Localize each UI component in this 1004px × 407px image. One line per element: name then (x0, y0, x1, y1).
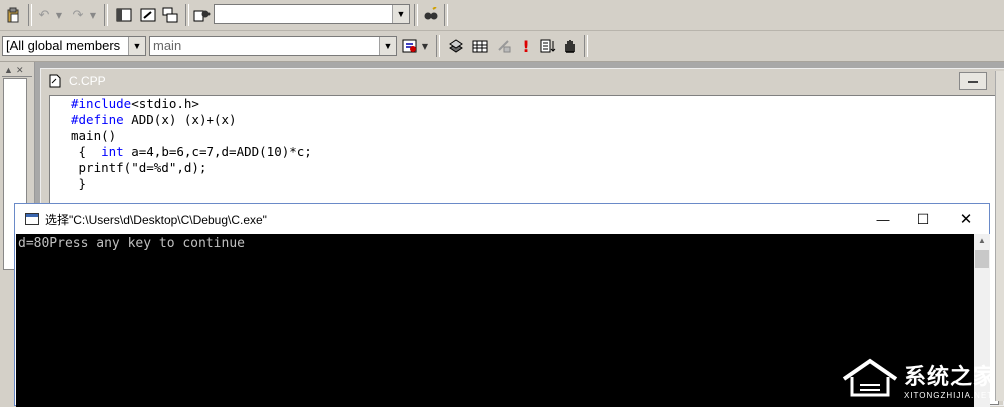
class-combo-value: [All global members (6, 38, 121, 53)
minimize-icon (968, 81, 978, 83)
undo-icon[interactable]: ↶ (34, 5, 54, 25)
find-in-files-icon[interactable] (192, 5, 212, 25)
console-title: 选择"C:\Users\d\Desktop\C\Debug\C.exe" (45, 213, 267, 227)
chevron-down-icon[interactable]: ▼ (128, 37, 145, 55)
window-list-icon[interactable] (160, 5, 180, 25)
go-icon[interactable] (538, 36, 558, 56)
scroll-up-icon[interactable]: ▲ (978, 236, 986, 245)
code-line-3: main() (71, 128, 117, 143)
code-text: a=4,b=6,c=7,d=ADD(10)*c; (123, 144, 312, 159)
console-output-text: d=80Press any key to continue (18, 236, 245, 251)
code-keyword: int (101, 144, 124, 159)
toolbar-separator (414, 4, 418, 26)
document-icon (49, 74, 61, 93)
chevron-down-icon[interactable]: ▼ (392, 5, 409, 23)
find-combo[interactable]: ▼ (214, 4, 410, 24)
class-combo[interactable]: [All global members ▼ (2, 36, 146, 56)
build-icon[interactable] (470, 36, 490, 56)
toolbar-wizardbar: [All global members ▼ main ▼ ▼ ! (0, 31, 1004, 62)
code-line-4: { int a=4,b=6,c=7,d=ADD(10)*c; (71, 144, 312, 159)
workspace-close-icon[interactable]: ▲ (4, 65, 13, 75)
toolbar-separator (28, 4, 32, 26)
editor-minimize-button[interactable] (959, 72, 987, 90)
watermark-subtext: XITONGZHIJIA.NET (903, 391, 994, 400)
code-keyword: #define (71, 112, 124, 127)
editor-title: C.CPP (69, 74, 106, 88)
code-line-5: printf("d=%d",d); (71, 160, 207, 175)
toolbar-standard: ↶ ▼ ↷ ▼ ▼ (0, 0, 1004, 31)
code-keyword: #include (71, 96, 132, 111)
find-icon[interactable] (420, 5, 440, 25)
code-text: { (71, 144, 102, 159)
wizard-action-icon[interactable] (400, 36, 420, 56)
output-window-icon[interactable] (138, 5, 158, 25)
toolbar-separator (436, 35, 440, 57)
stop-build-icon[interactable] (494, 36, 514, 56)
undo-dropdown-icon[interactable]: ▼ (54, 5, 64, 25)
toolbar-separator (444, 4, 448, 26)
member-combo-value: main (153, 38, 182, 53)
member-combo[interactable]: main ▼ (149, 36, 397, 56)
paste-icon[interactable] (3, 5, 23, 25)
redo-icon[interactable]: ↷ (68, 5, 88, 25)
code-line-2: #define ADD(x) (x)+(x) (71, 112, 237, 127)
toolbar-separator (104, 4, 108, 26)
code-line-1: #include<stdio.h> (71, 96, 199, 111)
wizard-dropdown-icon[interactable]: ▼ (420, 36, 430, 56)
breakpoint-hand-icon[interactable] (560, 36, 580, 56)
execute-icon[interactable]: ! (516, 36, 536, 56)
console-maximize-button[interactable]: ☐ (903, 204, 943, 234)
editor-vertical-scrollbar[interactable] (995, 71, 1004, 401)
scroll-thumb[interactable] (975, 250, 989, 268)
chevron-down-icon[interactable]: ▼ (379, 37, 396, 55)
watermark: 系统之家 XITONGZHIJIA.NET (840, 357, 996, 402)
code-text: <stdio.h> (131, 96, 199, 111)
code-line-6: } (71, 176, 87, 191)
console-output-area[interactable]: d=80Press any key to continue (16, 234, 974, 407)
toolbar-separator (584, 35, 588, 57)
house-logo-icon (840, 357, 900, 402)
workspace-icon[interactable] (114, 5, 134, 25)
editor-titlebar: C.CPP (41, 69, 1004, 93)
watermark-text: 系统之家 (903, 364, 996, 389)
console-app-icon (25, 212, 39, 230)
redo-dropdown-icon[interactable]: ▼ (88, 5, 98, 25)
code-text: ADD(x) (x)+(x) (123, 112, 237, 127)
console-close-button[interactable]: ✕ (945, 204, 987, 234)
workspace-dock-icon[interactable]: ✕ (16, 65, 24, 76)
watermark-text-group: 系统之家 XITONGZHIJIA.NET (904, 359, 996, 400)
console-titlebar: 选择"C:\Users\d\Desktop\C\Debug\C.exe" — ☐… (15, 204, 989, 234)
console-minimize-button[interactable]: — (863, 204, 903, 234)
toolbar-separator (185, 4, 189, 26)
compile-icon[interactable] (446, 36, 466, 56)
